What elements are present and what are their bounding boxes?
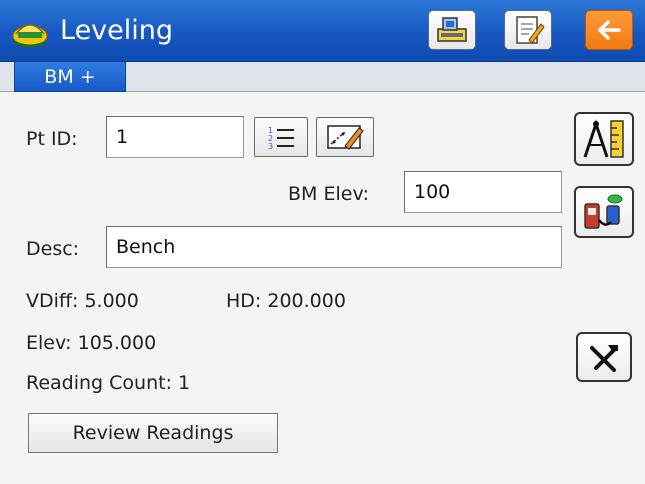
level-rod-icon bbox=[583, 119, 624, 158]
survey-instrument-icon bbox=[437, 17, 467, 42]
notes-icon bbox=[516, 16, 545, 44]
pt-id-label: Pt ID: bbox=[26, 128, 78, 150]
leveling-app-icon bbox=[12, 24, 48, 48]
numbered-list-icon: 1 2 3 bbox=[268, 126, 294, 150]
tab-strip: BM + bbox=[0, 62, 645, 92]
app-title: Leveling bbox=[60, 15, 174, 46]
pt-id-input[interactable]: 1 bbox=[106, 116, 244, 158]
point-list-button[interactable]: 1 2 3 bbox=[254, 117, 308, 157]
hd-value: HD: 200.000 bbox=[226, 290, 346, 312]
instrument-connect-button[interactable] bbox=[574, 186, 634, 238]
vdiff-value: VDiff: 5.000 bbox=[26, 290, 139, 312]
notes-button[interactable] bbox=[504, 10, 552, 50]
connect-instrument-icon bbox=[584, 194, 623, 229]
review-readings-button[interactable]: Review Readings bbox=[28, 413, 278, 453]
desc-label: Desc: bbox=[26, 238, 80, 260]
reading-count: Reading Count: 1 bbox=[26, 372, 191, 394]
svg-text:3: 3 bbox=[268, 142, 273, 150]
map-pick-icon bbox=[327, 125, 364, 150]
level-config-button[interactable] bbox=[574, 112, 634, 166]
bm-elev-label: BM Elev: bbox=[288, 183, 370, 205]
tools-icon bbox=[590, 345, 618, 372]
tools-button[interactable] bbox=[576, 332, 632, 382]
title-bar: Leveling bbox=[0, 0, 645, 62]
back-arrow-icon bbox=[598, 20, 621, 40]
back-button[interactable] bbox=[585, 10, 633, 50]
map-select-button[interactable] bbox=[316, 117, 374, 157]
bm-elev-input[interactable]: 100 bbox=[404, 171, 562, 213]
desc-input[interactable]: Bench bbox=[106, 226, 562, 268]
tab-bm-plus[interactable]: BM + bbox=[14, 62, 126, 92]
instrument-button[interactable] bbox=[428, 10, 476, 50]
elev-value: Elev: 105.000 bbox=[26, 332, 157, 354]
